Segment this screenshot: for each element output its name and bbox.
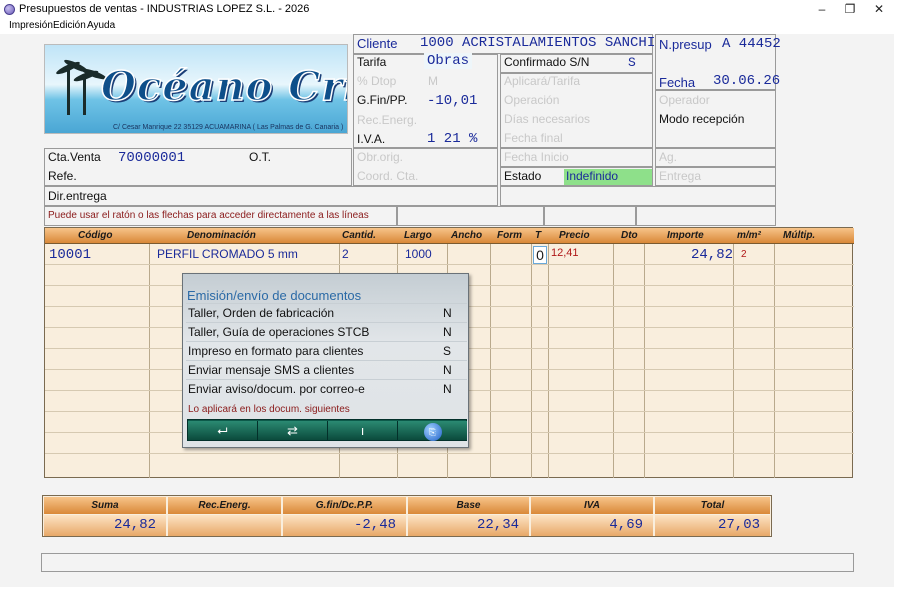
- col-codigo: Código: [78, 230, 113, 241]
- row-denominacion[interactable]: PERFIL CROMADO 5 mm: [157, 247, 298, 261]
- menu-impresion[interactable]: Impresión: [9, 20, 53, 31]
- ctaventa-label: Cta.Venta: [48, 150, 101, 164]
- dialog-option-impreso-clientes[interactable]: Impreso en formato para clientes S: [186, 341, 467, 360]
- iva-value[interactable]: 1 21 %: [427, 131, 477, 147]
- estado-label: Estado: [504, 169, 542, 183]
- menu-bar: Impresión Edición Ayuda: [0, 19, 900, 34]
- npresup-label: N.presup: [659, 37, 712, 52]
- row-t[interactable]: 0: [533, 246, 547, 264]
- row-codigo[interactable]: 10001: [49, 247, 91, 263]
- title-bar: Presupuestos de ventas - INDUSTRIAS LOPE…: [0, 0, 900, 19]
- status-bar: [41, 553, 854, 572]
- totals-panel: Suma Rec.Energ. G.fin/Dc.P.P. Base IVA T…: [42, 495, 772, 537]
- total-label-total: Total: [655, 497, 770, 514]
- row-mm2[interactable]: 2: [741, 249, 747, 260]
- total-total: 27,03: [655, 515, 770, 536]
- hint-text: Puede usar el ratón o las flechas para a…: [48, 210, 369, 221]
- direntrega-label: Dir.entrega: [48, 189, 107, 203]
- total-suma: 24,82: [44, 515, 166, 536]
- confirmado-value[interactable]: S: [628, 55, 636, 70]
- cliente-label: Cliente: [357, 36, 398, 51]
- total-iva: 4,69: [531, 515, 653, 536]
- col-largo: Largo: [404, 230, 432, 241]
- dialog-option-guia-operaciones[interactable]: Taller, Guía de operaciones STCB N: [186, 322, 467, 341]
- dialog-option-correo[interactable]: Enviar aviso/docum. por correo-e N: [186, 379, 467, 398]
- exit-icon: ⎘: [423, 422, 442, 441]
- row-cantidad[interactable]: 2: [342, 247, 349, 261]
- dialog-toolbar: ⮠ ⇄ ı ⎘: [187, 419, 467, 441]
- info-button[interactable]: ı: [328, 421, 398, 440]
- row-importe[interactable]: 24,82: [691, 247, 733, 263]
- ctaventa-value[interactable]: 70000001: [118, 150, 185, 166]
- modo-recepcion-label: Modo recepción: [659, 112, 745, 126]
- estado-value[interactable]: Indefinido: [564, 169, 652, 185]
- col-cantidad: Cantid.: [342, 230, 376, 241]
- minimize-button[interactable]: –: [807, 0, 837, 19]
- col-mm2: m/m²: [737, 230, 761, 241]
- disabled-label: % Dtop: [357, 74, 397, 88]
- total-label-suma: Suma: [44, 497, 166, 514]
- gfin-label: G.Fin/PP.: [357, 93, 408, 107]
- logo-address: C/ Cesar Manrique 22 35129 ACUAMARINA ( …: [113, 124, 344, 131]
- ot-label: O.T.: [249, 150, 272, 164]
- fecha-label: Fecha: [659, 75, 696, 90]
- app-icon: [4, 4, 15, 15]
- dialog-note: Lo aplicará en los docum. siguientes: [188, 404, 350, 415]
- enter-button[interactable]: ⮠: [188, 421, 258, 440]
- col-precio: Precio: [559, 230, 590, 241]
- maximize-button[interactable]: ❐: [835, 0, 865, 19]
- exit-button[interactable]: ⎘: [398, 421, 467, 441]
- col-importe: Importe: [667, 230, 704, 241]
- direntrega-box[interactable]: [44, 186, 498, 206]
- total-label-gfin: G.fin/Dc.P.P.: [283, 497, 406, 514]
- refe-label: Refe.: [48, 169, 77, 183]
- menu-edicion[interactable]: Edición: [53, 20, 86, 31]
- npresup-value[interactable]: A 44452: [722, 36, 781, 52]
- col-ancho: Ancho: [451, 230, 483, 241]
- confirmado-label: Confirmado S/N: [504, 55, 590, 69]
- company-logo: Océano Cristal C/ Cesar Manrique 22 3512…: [44, 44, 348, 134]
- swap-button[interactable]: ⇄: [258, 421, 328, 440]
- iva-label: I.V.A.: [357, 132, 386, 146]
- total-recenerg: [168, 515, 281, 536]
- tarifa-label: Tarifa: [357, 55, 387, 69]
- col-dto: Dto: [621, 230, 638, 241]
- cliente-value[interactable]: 1000 ACRISTALAMIENTOS SANCHICA: [420, 35, 672, 51]
- total-label-base: Base: [408, 497, 529, 514]
- col-denominacion: Denominación: [187, 230, 256, 241]
- dialog-title: Emisión/envío de documentos: [187, 288, 362, 303]
- close-button[interactable]: ✕: [864, 0, 894, 19]
- logo-text: Océano Cristal: [100, 62, 347, 111]
- dialog-option-sms[interactable]: Enviar mensaje SMS a clientes N: [186, 360, 467, 379]
- col-t: T: [535, 230, 542, 241]
- total-base: 22,34: [408, 515, 529, 536]
- row-largo[interactable]: 1000: [405, 247, 432, 261]
- total-label-iva: IVA: [531, 497, 653, 514]
- total-label-recenerg: Rec.Energ.: [168, 497, 281, 514]
- table-header: Código Denominación Cantid. Largo Ancho …: [45, 228, 854, 244]
- col-multip: Múltip.: [783, 230, 816, 241]
- emision-dialog[interactable]: Emisión/envío de documentos Taller, Orde…: [182, 273, 469, 448]
- row-precio[interactable]: 12,41: [551, 247, 579, 259]
- gfin-value[interactable]: -10,01: [427, 93, 477, 109]
- fecha-value[interactable]: 30.06.26: [713, 73, 780, 89]
- dialog-option-orden-fabricacion[interactable]: Taller, Orden de fabricación N: [186, 303, 467, 322]
- window-title: Presupuestos de ventas - INDUSTRIAS LOPE…: [19, 3, 310, 15]
- tarifa-value[interactable]: Obras: [424, 53, 473, 69]
- total-gfin: -2,48: [283, 515, 406, 536]
- menu-ayuda[interactable]: Ayuda: [87, 20, 115, 31]
- col-form: Form: [497, 230, 522, 241]
- palm-tree: [67, 69, 70, 115]
